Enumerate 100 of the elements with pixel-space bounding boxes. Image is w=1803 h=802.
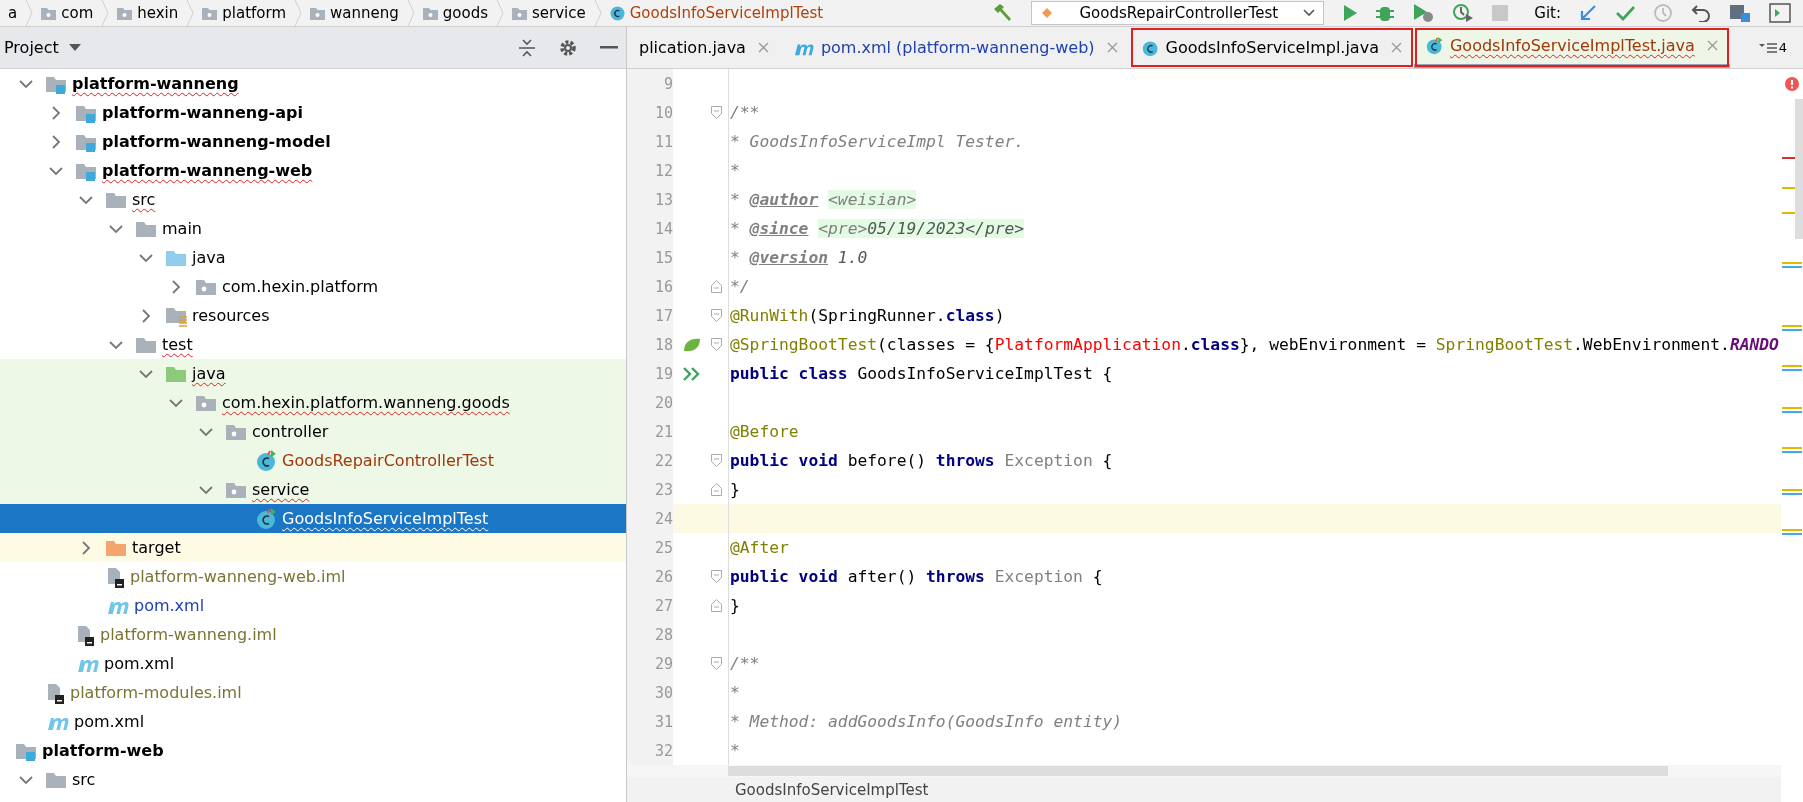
breadcrumb-item[interactable]: a (0, 4, 26, 22)
project-view-dropdown[interactable]: Project (0, 38, 81, 57)
chevron-down-icon[interactable] (79, 194, 93, 205)
scrollbar-thumb[interactable] (728, 766, 1668, 776)
close-icon[interactable] (1106, 42, 1118, 53)
line-number: 25 (627, 533, 673, 562)
stop-icon[interactable] (1492, 5, 1509, 21)
tree-item[interactable]: pom.xml (104, 654, 175, 673)
chevron-down-icon[interactable] (199, 426, 213, 437)
tree-item[interactable]: java (192, 248, 226, 267)
history-icon[interactable] (1653, 3, 1673, 23)
chevron-down-icon[interactable] (109, 339, 123, 350)
chevron-down-icon[interactable] (139, 252, 153, 263)
close-icon[interactable] (1706, 40, 1718, 51)
editor-tab[interactable]: GoodsInfoServiceImplTest.java (1413, 27, 1730, 68)
breadcrumb-item[interactable]: service (504, 4, 594, 22)
change-marker[interactable] (1782, 325, 1802, 331)
collapse-all-icon[interactable] (518, 37, 536, 58)
editor-tab[interactable]: plication.java (627, 27, 781, 68)
fold-marker-icon[interactable] (711, 280, 722, 293)
chevron-down-icon[interactable] (109, 223, 123, 234)
editor-tab[interactable]: GoodsInfoServiceImpl.java (1129, 27, 1414, 68)
chevron-right-icon[interactable] (79, 540, 93, 555)
breadcrumb-item[interactable]: platform (194, 4, 295, 22)
chevron-down-icon[interactable] (139, 368, 153, 379)
tree-item[interactable]: platform-wanneng-model (102, 132, 331, 151)
fold-marker-icon[interactable] (711, 599, 722, 612)
run-configuration-dropdown[interactable]: GoodsRepairControllerTest (1031, 1, 1325, 25)
fold-marker-icon[interactable] (711, 570, 722, 583)
tree-item[interactable]: platform-wanneng.iml (100, 625, 277, 644)
hidden-tabs-button[interactable]: 4 (1758, 27, 1803, 68)
fold-marker-icon[interactable] (711, 483, 722, 496)
line-number: 24 (627, 504, 673, 533)
change-marker[interactable] (1782, 365, 1802, 371)
tree-item[interactable]: main (162, 219, 202, 238)
error-icon[interactable] (1785, 77, 1799, 91)
window-icon[interactable] (1729, 3, 1751, 23)
tree-item[interactable]: controller (252, 422, 329, 441)
tree-item[interactable]: com.hexin.platform (222, 277, 379, 296)
chevron-right-icon[interactable] (49, 134, 63, 149)
chevron-down-icon[interactable] (49, 165, 63, 176)
breadcrumb-item[interactable]: goods (414, 4, 496, 22)
settings-icon[interactable] (558, 37, 578, 58)
breadcrumb-item[interactable]: com (33, 4, 102, 22)
code-line: * @since <pre>05/19/2023</pre> (730, 219, 1025, 238)
chevron-right-icon[interactable] (139, 308, 153, 323)
tree-item[interactable]: platform-wanneng (72, 74, 239, 93)
file-icon (106, 565, 126, 588)
fold-marker-icon[interactable] (711, 309, 722, 322)
change-marker[interactable] (1782, 407, 1802, 413)
chevron-down-icon[interactable] (19, 774, 33, 785)
fold-marker-icon[interactable] (711, 657, 722, 670)
code-line: @Before (730, 422, 799, 441)
code-line: * @version 1.0 (730, 248, 868, 267)
tree-item[interactable]: platform-web (42, 741, 164, 760)
chevron-down-icon[interactable] (199, 484, 213, 495)
tree-item[interactable]: platform-wanneng-web.iml (130, 567, 346, 586)
scrollbar-thumb[interactable] (1795, 99, 1803, 239)
close-icon[interactable] (757, 42, 769, 53)
chevron-down-icon[interactable] (19, 78, 33, 89)
chevron-right-icon[interactable] (169, 279, 183, 294)
tree-item[interactable]: platform-modules.iml (70, 683, 242, 702)
tree-item[interactable]: test (162, 335, 193, 354)
editor-tab[interactable]: pom.xml (platform-wanneng-web) (780, 27, 1130, 68)
tree-item[interactable]: platform-wanneng-api (102, 103, 303, 122)
change-marker[interactable] (1782, 489, 1802, 495)
fold-marker-icon[interactable] (711, 106, 722, 119)
tree-item[interactable]: pom.xml (74, 712, 145, 731)
close-icon[interactable] (1390, 42, 1402, 53)
update-icon[interactable] (1579, 4, 1597, 22)
undo-icon[interactable] (1691, 4, 1711, 22)
breadcrumb-item[interactable]: wanneng (302, 4, 407, 22)
terminal-icon[interactable] (1769, 3, 1791, 23)
chevron-down-icon[interactable] (169, 397, 183, 408)
breadcrumb-item[interactable]: hexin (109, 4, 187, 22)
tree-item[interactable]: target (132, 538, 181, 557)
fold-marker-icon[interactable] (711, 338, 722, 351)
chevron-right-icon[interactable] (49, 105, 63, 120)
tree-item[interactable]: java (192, 364, 226, 383)
leaf-icon[interactable] (682, 336, 702, 353)
minimize-icon[interactable] (600, 45, 618, 50)
change-marker[interactable] (1782, 529, 1802, 535)
run-icon[interactable] (1342, 4, 1359, 22)
change-marker[interactable] (1782, 262, 1802, 268)
coverage-icon[interactable] (1412, 3, 1435, 23)
profile-icon[interactable] (1452, 3, 1475, 23)
run-all-icon[interactable] (683, 366, 701, 381)
tree-item[interactable]: platform-wanneng-web (102, 161, 313, 180)
checkmark-icon[interactable] (1615, 5, 1635, 21)
change-marker[interactable] (1782, 447, 1802, 453)
tree-item[interactable]: pom.xml (134, 596, 205, 615)
breadcrumb-item[interactable]: GoodsInfoServiceImplTest (735, 780, 929, 799)
tree-item[interactable]: service (252, 480, 310, 499)
tree-item[interactable]: resources (192, 306, 270, 325)
tree-item[interactable]: src (132, 190, 156, 209)
fold-marker-icon[interactable] (711, 454, 722, 467)
line-number: 29 (627, 649, 673, 678)
breadcrumb-item[interactable]: GoodsInfoServiceImplTest (601, 4, 832, 22)
tree-item[interactable]: src (72, 770, 96, 789)
class-icon (256, 507, 278, 530)
